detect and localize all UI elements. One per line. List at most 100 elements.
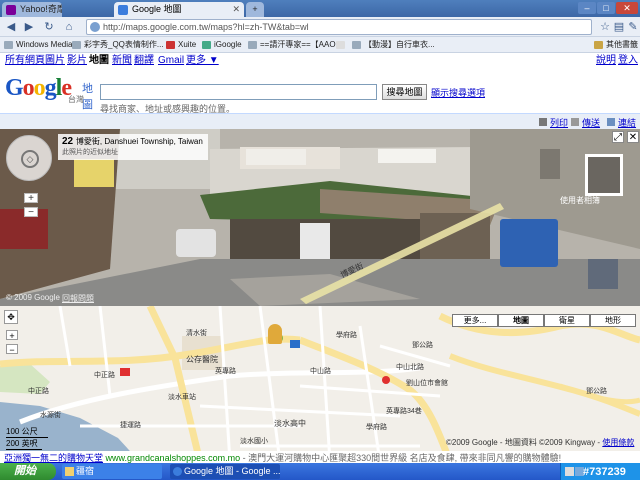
ad-url[interactable]: www.grandcanalshoppes.com.mo: [106, 453, 241, 463]
bookmark-label: Windows Media: [16, 40, 73, 49]
zoom-out-button[interactable]: −: [24, 207, 38, 218]
search-options-link[interactable]: 顯示搜尋選項: [431, 86, 485, 99]
map-panel[interactable]: ✥ + − 更多... 地圖 衛星 地形 清水街 公存醫院 英專路 中正路 學府…: [0, 306, 640, 462]
map-type-terrain[interactable]: 地形: [590, 314, 636, 327]
folder-icon: [352, 41, 361, 49]
pan-control[interactable]: ◇: [6, 135, 52, 181]
start-button[interactable]: 開始: [0, 463, 56, 480]
map-type-more[interactable]: 更多...: [452, 314, 498, 327]
close-window-button[interactable]: ✕: [616, 2, 638, 14]
nav-link-web[interactable]: 所有網頁: [5, 53, 45, 69]
ad-title[interactable]: 亞洲獨一無二的購物天堂: [4, 453, 103, 463]
send-link[interactable]: 傳送: [571, 116, 600, 129]
pegman-icon[interactable]: [268, 324, 282, 344]
folder-icon: [65, 467, 74, 476]
printer-icon: [539, 118, 547, 126]
street-number: 22: [62, 136, 74, 147]
star-icon[interactable]: ☆: [598, 20, 612, 34]
maximize-button[interactable]: □: [597, 2, 615, 14]
new-tab-button[interactable]: +: [246, 2, 264, 17]
terms-link[interactable]: 使用條款: [602, 438, 634, 447]
bookmark-label: 彩字秀_QQ表情制作...: [84, 40, 164, 49]
google-nav: 所有網頁 圖片 影片 地圖 新聞 翻譯 Gmail 更多 ▼ 說明 登入: [0, 53, 640, 69]
page-icon: [336, 41, 345, 49]
taskbar: 開始 疆宿 Google 地圖 - Google ... #737239: [0, 463, 640, 480]
map-label: 中正路: [94, 372, 115, 379]
map-label: 淡水高中: [274, 419, 306, 428]
map-type-map[interactable]: 地圖: [498, 314, 544, 327]
nav-link-more[interactable]: 更多 ▼: [186, 53, 219, 69]
bookmark-item[interactable]: iGoogle: [202, 38, 242, 52]
map-label: 英專路: [215, 368, 236, 375]
other-bookmarks[interactable]: 其他書籤: [594, 38, 638, 52]
nav-link-news[interactable]: 新聞: [112, 53, 132, 69]
pan-arrows-icon[interactable]: ✥: [4, 310, 18, 324]
signin-link[interactable]: 登入: [618, 53, 638, 69]
folder-icon: [594, 41, 603, 49]
tab-google-maps[interactable]: Google 地圖 ✕: [114, 2, 244, 17]
link-link[interactable]: 連結: [607, 116, 636, 129]
street-view-panel[interactable]: ◇ + − 22 博愛街, Danshuei Township, Taiwan …: [0, 129, 640, 306]
fullscreen-icon[interactable]: ⤢: [612, 131, 624, 143]
bookmark-label: ==請汗專家==【AAO...: [260, 40, 343, 49]
nav-link-gmail[interactable]: Gmail: [158, 53, 184, 69]
igoogle-icon: [202, 41, 211, 49]
tray-icon[interactable]: [565, 467, 574, 476]
logo-letter: o: [22, 75, 35, 101]
close-icon[interactable]: ✕: [627, 131, 639, 143]
taskbar-item-explorer[interactable]: 疆宿: [62, 464, 162, 479]
back-arrow-icon[interactable]: ◀: [4, 20, 18, 34]
print-link[interactable]: 列印: [539, 116, 568, 129]
map-label: 清水街: [186, 330, 207, 337]
bookmark-item[interactable]: 彩字秀_QQ表情制作...: [72, 38, 164, 52]
map-zoom-out-button[interactable]: −: [6, 344, 18, 355]
map-type-satellite[interactable]: 衛星: [544, 314, 590, 327]
logo-letter: g: [44, 75, 57, 101]
forward-arrow-icon[interactable]: ▶: [22, 20, 36, 34]
map-label: 鄧公路: [412, 342, 433, 349]
task-label: 疆宿: [76, 466, 95, 476]
ad-bar: 亞洲獨一無二的購物天堂 www.grandcanalshoppes.com.mo…: [0, 451, 640, 463]
nav-link-translate[interactable]: 翻譯: [134, 53, 154, 69]
report-problem-link[interactable]: 回報問題: [62, 293, 94, 304]
yahoo-favicon-icon: [6, 5, 16, 15]
home-icon[interactable]: ⌂: [62, 20, 76, 34]
wrench-icon[interactable]: ✎: [626, 20, 640, 34]
zoom-in-button[interactable]: +: [24, 193, 38, 204]
nav-link-video[interactable]: 影片: [67, 53, 87, 69]
search-maps-button[interactable]: 搜尋地圖: [382, 84, 427, 100]
taskbar-item-chrome[interactable]: Google 地圖 - Google ...: [170, 464, 281, 479]
map-type-controls: 更多... 地圖 衛星 地形: [452, 314, 636, 327]
sv-copyright: © 2009 Google: [6, 293, 60, 302]
folder-icon: [248, 41, 257, 49]
reload-icon[interactable]: ↻: [42, 20, 56, 34]
region-label: 台灣: [68, 95, 84, 104]
bookmark-item[interactable]: ==請汗專家==【AAO...: [248, 38, 342, 52]
map-label: 淡水車站: [168, 394, 196, 401]
help-link[interactable]: 說明: [596, 53, 616, 69]
page-menu-icon[interactable]: ▤: [612, 20, 626, 34]
plus-icon: +: [252, 4, 258, 14]
address-bar[interactable]: http://maps.google.com.tw/maps?hl=zh-TW&…: [86, 19, 592, 35]
map-copyright: ©2009 Google - 地圖資料 ©2009 Kingway - 使用條款: [446, 437, 634, 448]
map-label: 學府路: [366, 424, 387, 431]
send-label: 傳送: [582, 118, 601, 128]
bookmark-item[interactable]: Xuite: [166, 38, 196, 52]
google-maps-logo[interactable]: Google 地圖 台灣: [5, 75, 93, 111]
bookmark-label: Xuite: [178, 40, 197, 49]
nav-link-images[interactable]: 圖片: [45, 53, 65, 69]
street-name: 博愛街, Danshuei Township, Taiwan: [75, 137, 203, 146]
user-photos-label[interactable]: 使用者相簿: [560, 195, 600, 206]
close-tab-icon[interactable]: ✕: [232, 2, 240, 17]
bookmark-item[interactable]: 【動漫】自行車衣...: [352, 38, 435, 52]
search-input[interactable]: [100, 84, 377, 100]
map-label: 鄧公路: [586, 388, 607, 395]
minimize-button[interactable]: –: [578, 2, 596, 14]
logo-letter: G: [5, 75, 24, 101]
tab-yahoo[interactable]: Yahoo!奇摩: [2, 2, 62, 17]
bookmark-item[interactable]: [336, 38, 348, 52]
bookmark-item[interactable]: Windows Media: [4, 38, 72, 52]
map-zoom-in-button[interactable]: +: [6, 330, 18, 341]
chrome-icon: [173, 467, 182, 476]
ad-description: - 澳門大運河購物中心匯聚超330間世界級 名店及食肆, 帶來非同凡響的購物體驗…: [240, 453, 562, 463]
